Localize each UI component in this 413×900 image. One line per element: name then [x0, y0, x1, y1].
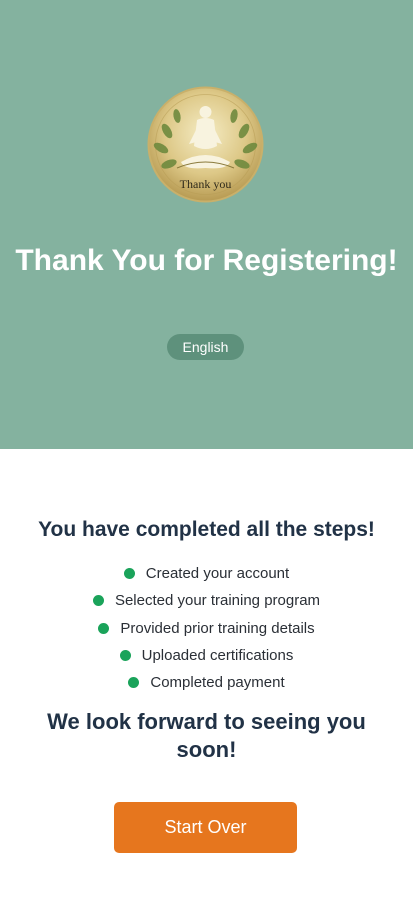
steps-list: Created your account Selected your train…: [0, 560, 413, 696]
completed-heading: You have completed all the steps!: [38, 518, 375, 541]
list-item: Created your account: [0, 560, 413, 587]
step-label: Uploaded certifications: [141, 647, 294, 665]
step-label: Provided prior training details: [120, 619, 315, 637]
closing-message: We look forward to seeing you soon!: [47, 709, 366, 762]
meditation-thank-you-icon: Thank you: [147, 86, 264, 203]
step-label: Selected your training program: [114, 592, 321, 610]
list-item: Uploaded certifications: [0, 642, 413, 669]
page-title: Thank You for Registering!: [15, 244, 398, 277]
start-over-button[interactable]: Start Over: [114, 802, 297, 853]
language-selector[interactable]: English: [167, 334, 244, 360]
hero-banner: Thank you Thank You for Registering! Eng…: [0, 0, 413, 449]
list-item: Provided prior training details: [0, 615, 413, 642]
green-dot-icon: [123, 568, 135, 580]
green-dot-icon: [128, 677, 140, 689]
green-dot-icon: [119, 650, 131, 662]
logo-text: Thank you: [180, 177, 232, 191]
list-item: Completed payment: [0, 669, 413, 696]
step-label: Completed payment: [150, 674, 285, 692]
step-label: Created your account: [145, 565, 290, 583]
green-dot-icon: [98, 622, 110, 634]
list-item: Selected your training program: [0, 587, 413, 614]
green-dot-icon: [92, 595, 104, 607]
